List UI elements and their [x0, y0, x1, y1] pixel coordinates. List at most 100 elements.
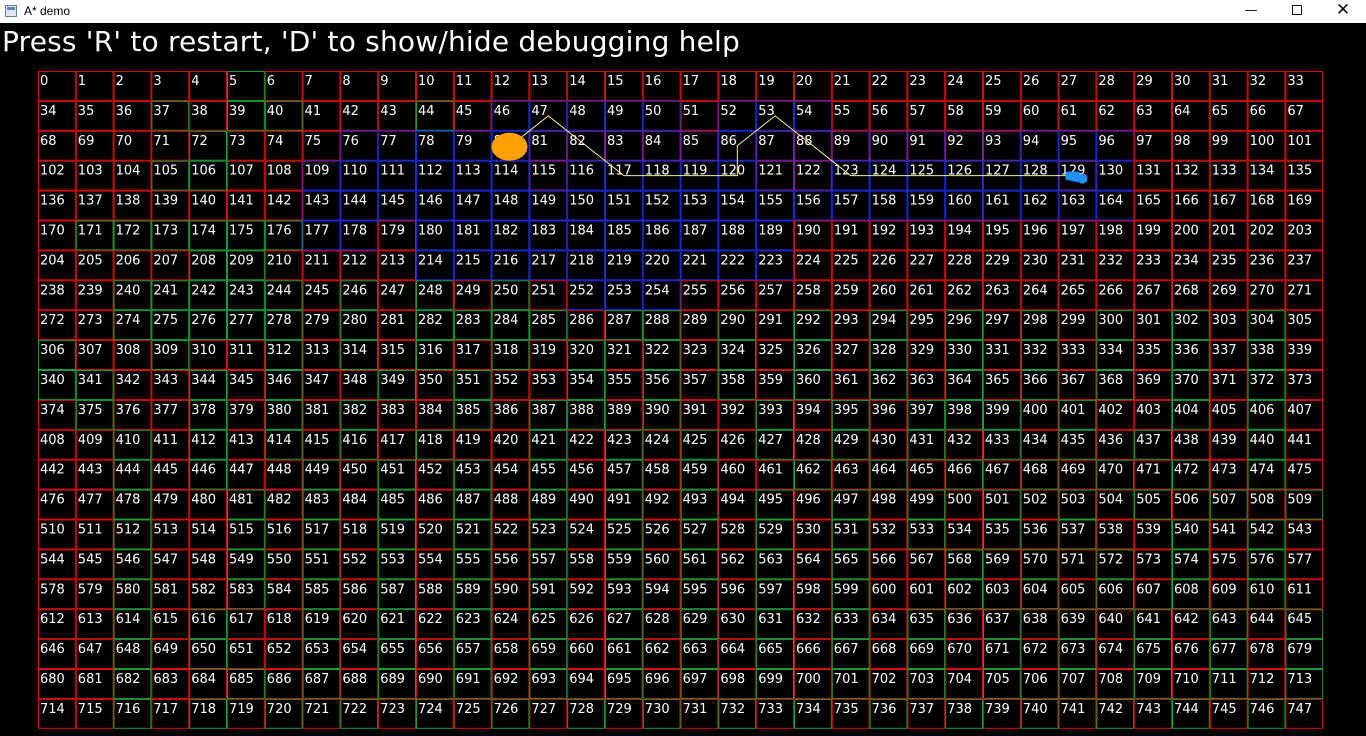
- grid-cell-label: 451: [380, 463, 405, 478]
- grid-cell-label: 430: [872, 433, 897, 448]
- grid-cell-label: 276: [191, 313, 216, 328]
- grid-cell-label: 437: [1136, 433, 1161, 448]
- grid-cell-label: 701: [834, 672, 859, 687]
- grid-cell-label: 586: [342, 582, 367, 597]
- grid-cell-label: 582: [191, 582, 216, 597]
- grid-cell-label: 516: [267, 523, 292, 538]
- grid-cell-label: 197: [1061, 224, 1086, 239]
- grid-cell-label: 117: [607, 164, 632, 179]
- grid-cell-label: 35: [78, 104, 95, 119]
- grid-cell-label: 175: [229, 224, 254, 239]
- grid-cell-label: 708: [1098, 672, 1123, 687]
- grid-cell-label: 38: [191, 104, 208, 119]
- grid-cell-label: 421: [531, 433, 556, 448]
- grid-cell-label: 514: [191, 523, 216, 538]
- grid-cell-label: 580: [116, 582, 141, 597]
- grid-cell-label: 91: [909, 134, 926, 149]
- grid-cell-label: 273: [78, 313, 103, 328]
- grid-cell-label: 461: [758, 463, 783, 478]
- agent-marker[interactable]: [491, 132, 528, 161]
- grid-cell-label: 97: [1136, 134, 1153, 149]
- grid-cell-label: 226: [872, 253, 897, 268]
- grid-cell-label: 247: [380, 283, 405, 298]
- grid-cell-label: 682: [116, 672, 141, 687]
- grid-cell-label: 296: [947, 313, 972, 328]
- grid-cell-label: 590: [494, 582, 519, 597]
- grid-cell-label: 627: [607, 612, 632, 627]
- grid-cell-label: 315: [380, 343, 405, 358]
- grid-cell-label: 628: [645, 612, 670, 627]
- grid-cell-label: 662: [645, 642, 670, 657]
- grid-cell-label: 18: [720, 74, 737, 89]
- grid-cell-label: 441: [1287, 433, 1312, 448]
- grid-cell-label: 249: [456, 283, 481, 298]
- grid-cell-label: 268: [1174, 283, 1199, 298]
- grid-cell-label: 552: [342, 552, 367, 567]
- grid-cell-label: 394: [796, 403, 821, 418]
- grid-cell-label: 252: [569, 283, 594, 298]
- grid-cell-label: 691: [456, 672, 481, 687]
- grid-cell-label: 87: [758, 134, 775, 149]
- grid-cell-label: 623: [456, 612, 481, 627]
- grid-cell-label: 427: [758, 433, 783, 448]
- grid-cell-label: 43: [380, 104, 397, 119]
- grid-cell-label: 32: [1250, 74, 1267, 89]
- grid-cell-label: 668: [872, 642, 897, 657]
- grid-cell-label: 479: [153, 493, 178, 508]
- grid-cell-label: 554: [418, 552, 443, 567]
- grid-cell-label: 340: [40, 373, 65, 388]
- grid-cell-label: 507: [1212, 493, 1237, 508]
- grid-cell-label: 497: [834, 493, 859, 508]
- grid-cell-label: 618: [267, 612, 292, 627]
- grid-cell-label: 572: [1098, 552, 1123, 567]
- grid-cell-label: 631: [758, 612, 783, 627]
- grid-cell-label: 264: [1023, 283, 1048, 298]
- grid-cell-label: 98: [1174, 134, 1191, 149]
- grid-cell-label: 28: [1098, 74, 1115, 89]
- grid-cell-label: 12: [494, 74, 511, 89]
- grid-cell-label: 44: [418, 104, 435, 119]
- grid-cell-label: 480: [191, 493, 216, 508]
- grid-cell-label: 346: [267, 373, 292, 388]
- grid-cell-label: 549: [229, 552, 254, 567]
- grid-cell-label: 646: [40, 642, 65, 657]
- grid-cell-label: 158: [872, 194, 897, 209]
- grid-cell-label: 350: [418, 373, 443, 388]
- grid-cell-label: 295: [909, 313, 934, 328]
- grid-cell-label: 1: [78, 74, 86, 89]
- grid-cell-label: 124: [872, 164, 897, 179]
- grid-cell-label: 409: [78, 433, 103, 448]
- grid-cell-label: 670: [947, 642, 972, 657]
- grid-cell-label: 75: [305, 134, 322, 149]
- grid-cell-label: 581: [153, 582, 178, 597]
- grid-cell-label: 277: [229, 313, 254, 328]
- grid-cell-label: 145: [380, 194, 405, 209]
- grid-cell-label: 159: [909, 194, 934, 209]
- grid-cell-label: 275: [153, 313, 178, 328]
- grid-cell-label: 68: [40, 134, 57, 149]
- grid-cell-label: 108: [267, 164, 292, 179]
- grid-cell-label: 30: [1174, 74, 1191, 89]
- grid-cell-label: 279: [305, 313, 330, 328]
- grid-cell-label: 689: [380, 672, 405, 687]
- grid-cell-label: 241: [153, 283, 178, 298]
- grid-cell-label: 260: [872, 283, 897, 298]
- grid-cell-label: 478: [116, 493, 141, 508]
- grid-cell-label: 435: [1061, 433, 1086, 448]
- grid-cell-label: 293: [834, 313, 859, 328]
- grid-cell-label: 0: [40, 74, 48, 89]
- grid-cell-label: 477: [78, 493, 103, 508]
- grid-cell-label: 512: [116, 523, 141, 538]
- grid-cell-label: 619: [305, 612, 330, 627]
- grid-cell-label: 377: [153, 403, 178, 418]
- grid-cell-label: 48: [569, 104, 586, 119]
- grid-cell-label: 457: [607, 463, 632, 478]
- grid-cell-label: 67: [1287, 104, 1304, 119]
- grid-cell-label: 171: [78, 224, 103, 239]
- grid-cell-label: 444: [116, 463, 141, 478]
- grid-cell-label: 120: [720, 164, 745, 179]
- grid-cell-label: 262: [947, 283, 972, 298]
- pathfinding-grid[interactable]: 0 1 2 3 4 5 6 7 8 9 10 11 12 13 14 15 16 17 18 19 20 21 22 23 24…: [0, 0, 1366, 736]
- grid-cell-label: 439: [1212, 433, 1237, 448]
- grid-cell-label: 653: [305, 642, 330, 657]
